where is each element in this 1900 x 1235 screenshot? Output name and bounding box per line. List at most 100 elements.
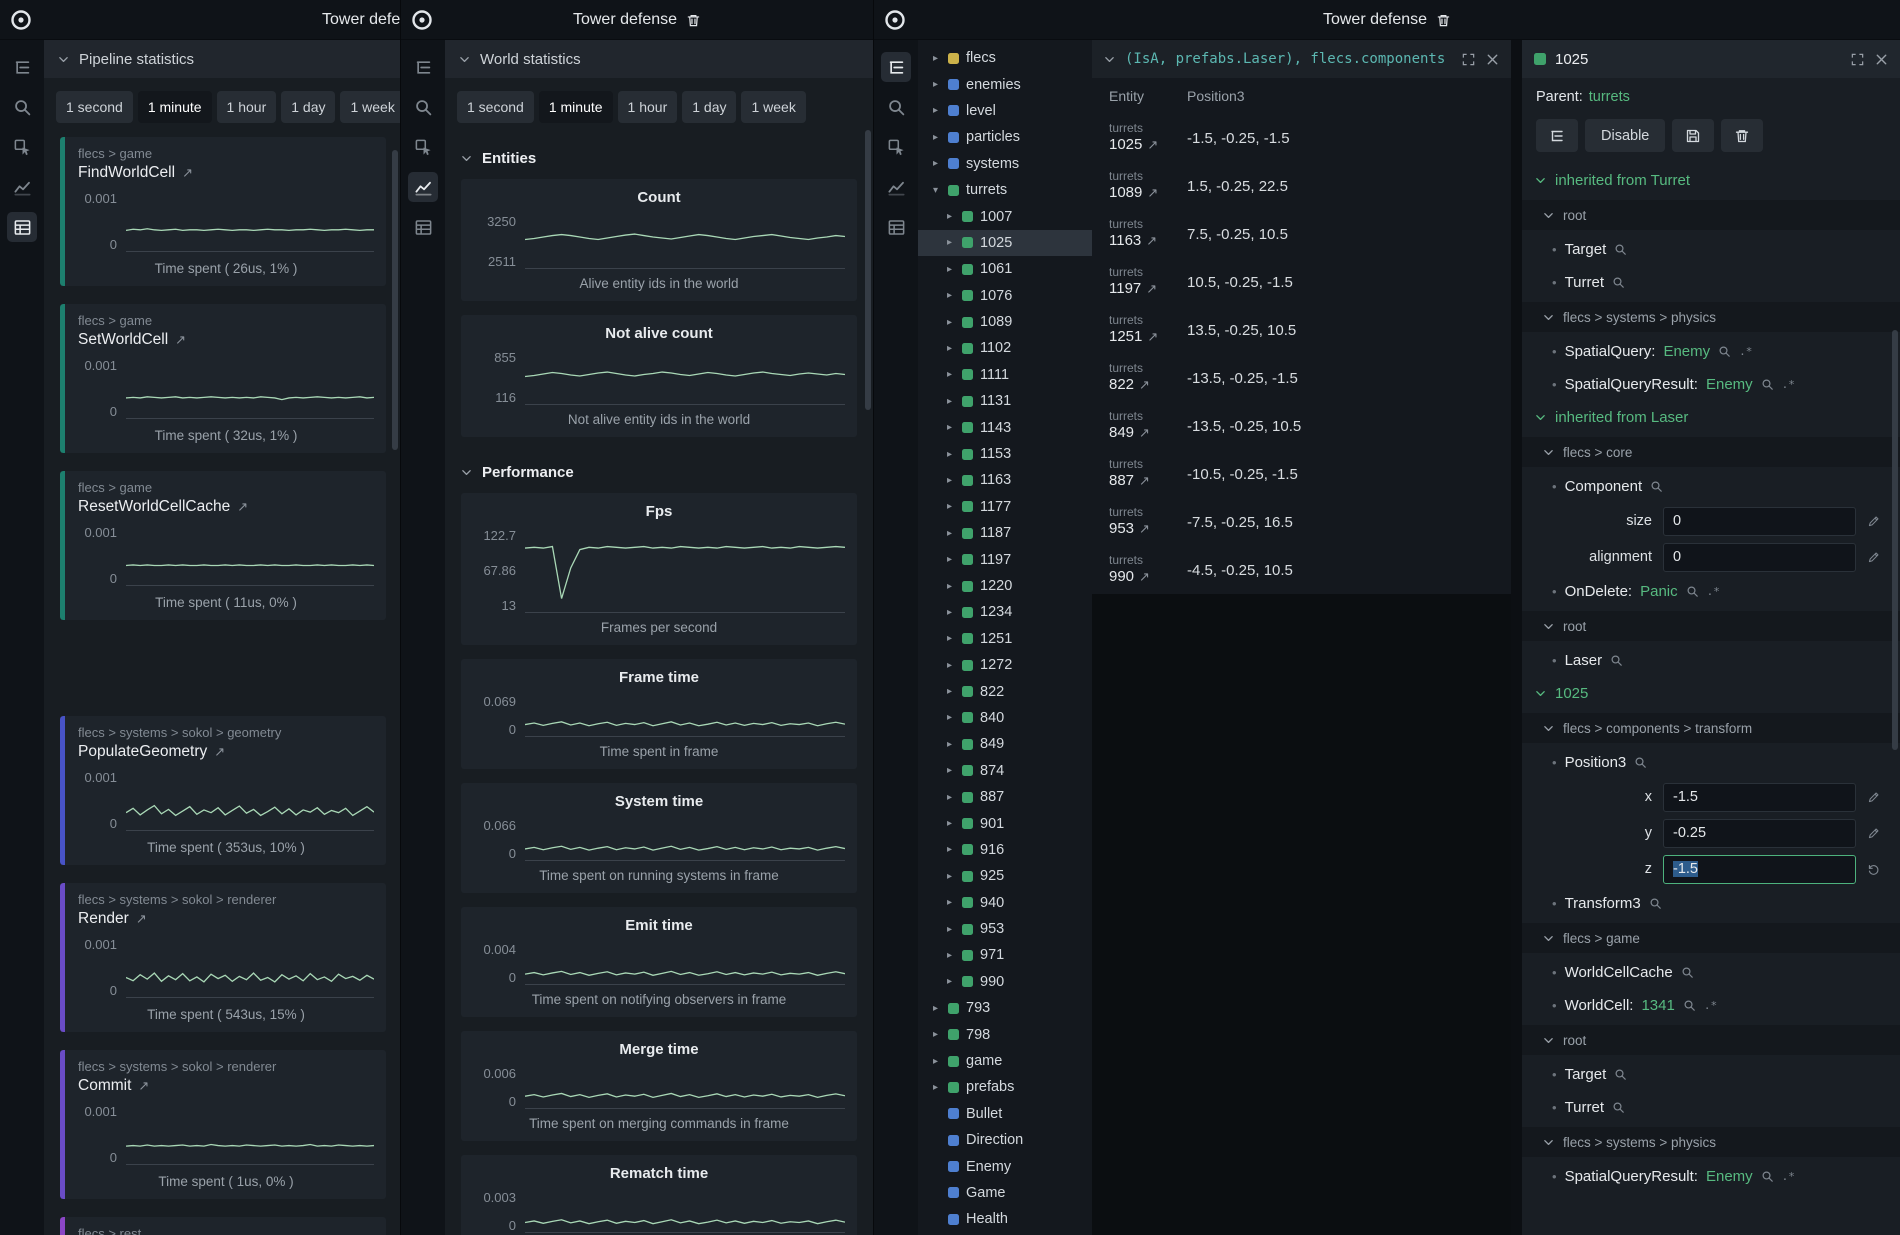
chevron-right-icon[interactable]: ▸ (944, 976, 955, 987)
tree-item-1007[interactable]: ▸1007 (918, 203, 1092, 229)
chevron-right-icon[interactable]: ▸ (930, 1029, 941, 1040)
tree-item-1131[interactable]: ▸1131 (918, 388, 1092, 414)
tree-item-1272[interactable]: ▸1272 (918, 652, 1092, 678)
field-input-x[interactable]: -1.5 (1663, 783, 1856, 812)
query-result-row[interactable]: turrets1025↗-1.5, -0.25, -1.5 (1092, 114, 1511, 162)
parent-link[interactable]: turrets (1589, 89, 1630, 105)
scrollbar-thumb[interactable] (392, 150, 398, 450)
tree-item-916[interactable]: ▸916 (918, 837, 1092, 863)
tool-select-icon[interactable] (7, 132, 37, 162)
search-icon[interactable] (1634, 756, 1647, 769)
query-result-row[interactable]: turrets822↗-13.5, -0.25, -1.5 (1092, 354, 1511, 402)
tree-item-901[interactable]: ▸901 (918, 810, 1092, 836)
tree-item-925[interactable]: ▸925 (918, 863, 1092, 889)
section-header[interactable]: Performance (445, 451, 873, 493)
chevron-right-icon[interactable]: ▸ (944, 422, 955, 433)
tree-item-prefabs[interactable]: ▸prefabs (918, 1074, 1092, 1100)
query-result-row[interactable]: turrets990↗-4.5, -0.25, 10.5 (1092, 546, 1511, 594)
time-range-button[interactable]: 1 week (340, 91, 400, 123)
chevron-right-icon[interactable]: ▸ (944, 554, 955, 565)
tree-item-1197[interactable]: ▸1197 (918, 546, 1092, 572)
tree-item-822[interactable]: ▸822 (918, 678, 1092, 704)
tree-item-1089[interactable]: ▸1089 (918, 309, 1092, 335)
close-icon[interactable] (1485, 52, 1500, 67)
trash-icon[interactable] (1436, 13, 1451, 28)
tree-item-1102[interactable]: ▸1102 (918, 335, 1092, 361)
chevron-right-icon[interactable]: ▸ (930, 105, 941, 116)
chevron-right-icon[interactable]: ▸ (944, 660, 955, 671)
component-target-link[interactable]: Enemy (1706, 1168, 1753, 1185)
tree-item-enemies[interactable]: ▸enemies (918, 71, 1092, 97)
search-icon[interactable] (1614, 243, 1627, 256)
chevron-right-icon[interactable]: ▸ (930, 53, 941, 64)
tree-item-1251[interactable]: ▸1251 (918, 626, 1092, 652)
chevron-right-icon[interactable]: ▸ (930, 1003, 941, 1014)
component-target-link[interactable]: 1341 (1641, 997, 1674, 1014)
disable-button[interactable]: Disable (1585, 119, 1665, 152)
field-input-alignment[interactable]: 0 (1663, 543, 1856, 572)
time-range-button[interactable]: 1 second (457, 91, 534, 123)
search-icon[interactable] (1649, 897, 1662, 910)
chevron-right-icon[interactable]: ▸ (944, 343, 955, 354)
query-result-row[interactable]: turrets1163↗7.5, -0.25, 10.5 (1092, 210, 1511, 258)
chevron-right-icon[interactable]: ▸ (944, 449, 955, 460)
tree-item-971[interactable]: ▸971 (918, 942, 1092, 968)
tree-item-Health[interactable]: Health (918, 1206, 1092, 1232)
search-icon[interactable] (1614, 1068, 1627, 1081)
chevron-right-icon[interactable]: ▸ (944, 528, 955, 539)
tree-item-1234[interactable]: ▸1234 (918, 599, 1092, 625)
query-result-row[interactable]: turrets1251↗13.5, -0.25, 10.5 (1092, 306, 1511, 354)
query-result-row[interactable]: turrets849↗-13.5, -0.25, 10.5 (1092, 402, 1511, 450)
scrollbar-thumb[interactable] (865, 130, 871, 410)
search-icon[interactable] (1683, 999, 1696, 1012)
component-group-header[interactable]: root (1522, 200, 1900, 230)
field-input-z[interactable]: -1.5 (1663, 855, 1856, 884)
component-group-header[interactable]: flecs > components > transform (1522, 713, 1900, 743)
tree-item-840[interactable]: ▸840 (918, 705, 1092, 731)
chevron-right-icon[interactable]: ▸ (930, 158, 941, 169)
time-range-button[interactable]: 1 second (56, 91, 133, 123)
close-icon[interactable] (1874, 52, 1889, 67)
flecs-logo-icon[interactable] (883, 8, 907, 32)
tree-item-systems[interactable]: ▸systems (918, 151, 1092, 177)
chevron-right-icon[interactable]: ▸ (944, 396, 955, 407)
revert-icon[interactable] (1867, 863, 1880, 876)
component-group-header[interactable]: flecs > systems > physics (1522, 1127, 1900, 1157)
open-entity-link-icon[interactable]: ↗ (1147, 185, 1158, 201)
open-entity-link-icon[interactable]: ↗ (182, 165, 193, 181)
time-range-button[interactable]: 1 hour (618, 91, 678, 123)
expand-icon[interactable] (1461, 52, 1476, 67)
time-range-button[interactable]: 1 day (682, 91, 736, 123)
chevron-right-icon[interactable]: ▸ (944, 712, 955, 723)
tool-select-icon[interactable] (881, 132, 911, 162)
tree-item-Enemy[interactable]: Enemy (918, 1153, 1092, 1179)
chevron-right-icon[interactable]: ▸ (944, 633, 955, 644)
tree-item-874[interactable]: ▸874 (918, 758, 1092, 784)
tool-search-icon[interactable] (881, 92, 911, 122)
edit-icon[interactable] (1867, 791, 1880, 804)
chevron-right-icon[interactable]: ▸ (944, 369, 955, 380)
tree-item-1061[interactable]: ▸1061 (918, 256, 1092, 282)
time-range-button[interactable]: 1 minute (539, 91, 613, 123)
component-group-header[interactable]: flecs > systems > physics (1522, 302, 1900, 332)
tree-item-flecs[interactable]: ▸flecs (918, 45, 1092, 71)
time-range-button[interactable]: 1 week (741, 91, 805, 123)
tree-item-798[interactable]: ▸798 (918, 1021, 1092, 1047)
tool-hierarchy-icon[interactable] (881, 52, 911, 82)
component-group-header[interactable]: flecs > game (1522, 923, 1900, 953)
flecs-logo-icon[interactable] (9, 8, 33, 32)
component-target-link[interactable]: Enemy (1706, 376, 1753, 393)
tree-item-1111[interactable]: ▸1111 (918, 362, 1092, 388)
tool-select-icon[interactable] (408, 132, 438, 162)
chevron-right-icon[interactable]: ▸ (944, 792, 955, 803)
tool-hierarchy-icon[interactable] (408, 52, 438, 82)
search-icon[interactable] (1650, 480, 1663, 493)
inspector-section-header[interactable]: 1025 (1522, 677, 1900, 710)
open-entity-link-icon[interactable]: ↗ (138, 1078, 149, 1094)
edit-icon[interactable] (1867, 515, 1880, 528)
query-result-row[interactable]: turrets1089↗1.5, -0.25, 22.5 (1092, 162, 1511, 210)
tool-search-icon[interactable] (408, 92, 438, 122)
component-target-link[interactable]: Enemy (1663, 343, 1710, 360)
tool-chart-icon[interactable] (7, 172, 37, 202)
tree-item-1076[interactable]: ▸1076 (918, 283, 1092, 309)
